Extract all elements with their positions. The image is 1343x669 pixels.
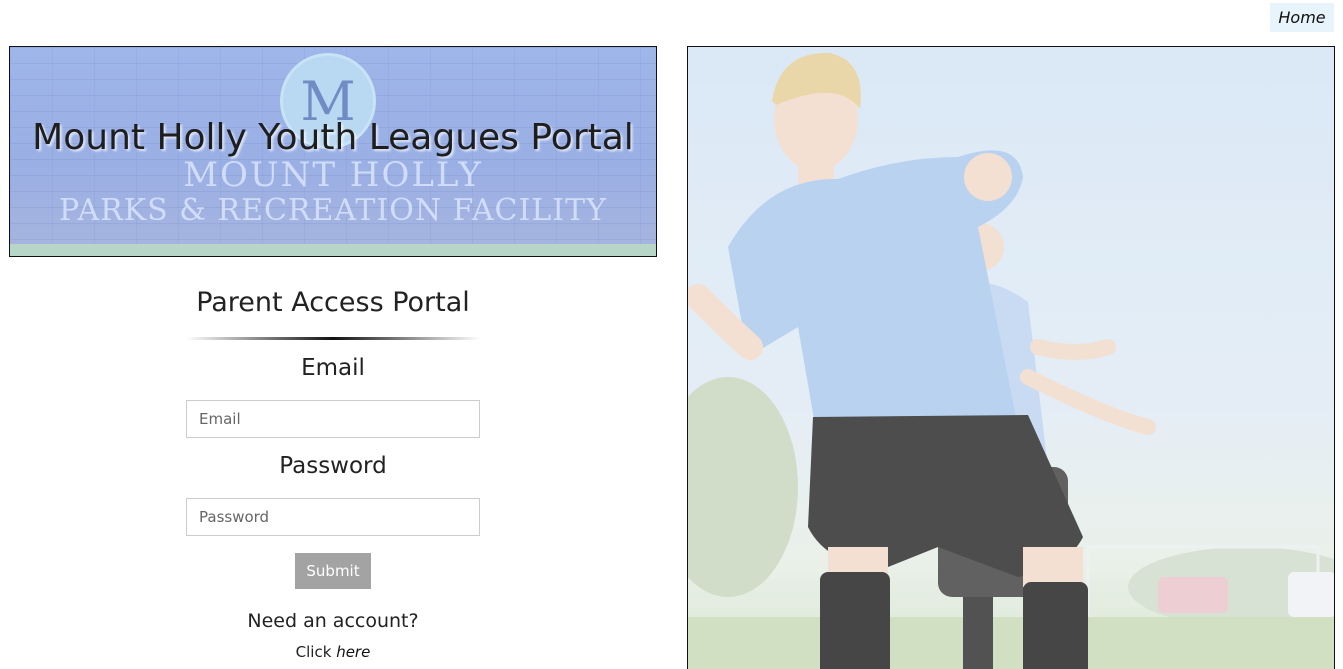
page-title: Mount Holly Youth Leagues Portal [32, 117, 634, 158]
photo-overlay [688, 47, 1334, 669]
header-banner: M MOUNT HOLLY PARKS & RECREATION FACILIT… [9, 46, 657, 257]
password-input[interactable] [186, 498, 480, 536]
facility-sign-line-1: MOUNT HOLLY [183, 155, 483, 195]
need-account-text: Need an account? [247, 610, 419, 632]
submit-button[interactable]: Submit [295, 553, 371, 589]
soccer-photo-illustration [688, 47, 1334, 669]
click-prefix: Click [295, 643, 332, 661]
password-label: Password [279, 453, 387, 479]
soccer-player-photo [687, 46, 1335, 669]
email-label: Email [301, 355, 365, 381]
home-link[interactable]: Home [1270, 3, 1334, 32]
heading-divider [186, 337, 480, 340]
email-input[interactable] [186, 400, 480, 438]
portal-heading: Parent Access Portal [196, 287, 470, 318]
signup-prompt: Click here [186, 643, 480, 661]
page: Home M MOUNT HOLLY PARKS & RECREATION FA… [0, 0, 1343, 669]
facility-sign-line-2: PARKS & RECREATION FACILITY [59, 193, 607, 228]
banner-ground-strip [10, 244, 656, 256]
signup-here-link[interactable]: here [336, 643, 370, 661]
